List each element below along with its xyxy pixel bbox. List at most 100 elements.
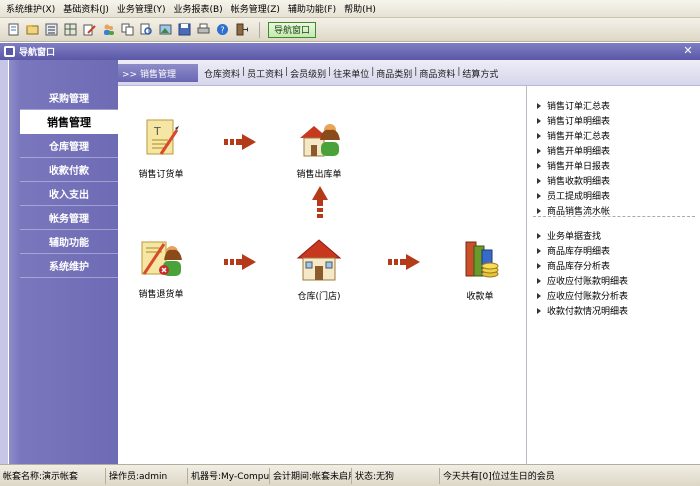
triangle-bullet-icon [537, 192, 541, 199]
sales-outbound-label: 销售出库单 [296, 170, 342, 180]
report-ar-ap-analysis[interactable]: 应收应付账款分析表 [537, 288, 628, 303]
sales-outbound-node[interactable]: 销售出库单 [284, 118, 354, 180]
menu-tools[interactable]: 辅助功能(F) [288, 2, 336, 15]
report-sales-order-detail[interactable]: 销售订单明细表 [537, 113, 610, 128]
link-separator: | [457, 67, 461, 77]
link-separator: | [414, 67, 418, 77]
sidebar-item-warehouse[interactable]: 仓库管理 [20, 134, 118, 158]
sales-order-label: 销售订货单 [138, 170, 184, 180]
sidebar-item-sales[interactable]: 销售管理 [20, 110, 118, 134]
close-icon[interactable]: ✕ [682, 45, 694, 57]
triangle-bullet-icon [537, 307, 541, 314]
sales-order-node[interactable]: T 销售订货单 [126, 118, 196, 180]
grid-icon[interactable] [63, 22, 78, 37]
link-partners[interactable]: 往来单位 [333, 67, 369, 80]
sidebar-item-system[interactable]: 系统维护 [20, 254, 118, 278]
image-icon[interactable] [158, 22, 173, 37]
triangle-bullet-icon [537, 207, 541, 214]
status-machine: 机器号:My-Computer [188, 467, 270, 484]
nav-window-button[interactable]: 导航窗口 [268, 21, 317, 38]
status-period: 会计期间:帐套未启用 [270, 467, 352, 484]
menu-reports[interactable]: 业务报表(B) [173, 2, 222, 15]
query-report-list: 业务单据查找 商品库存明细表 商品库存分析表 应收应付账款明细表 应收应付账款分… [537, 228, 628, 318]
module-title: >> 销售管理 [118, 64, 198, 82]
report-sales-billing-detail[interactable]: 销售开单明细表 [537, 143, 610, 158]
menu-bar: 系统维护(X) 基础资料(J) 业务管理(Y) 业务报表(B) 帐务管理(Z) … [0, 0, 700, 18]
sales-return-node[interactable]: 销售退货单 [126, 238, 196, 300]
report-commission-detail[interactable]: 员工提成明细表 [537, 188, 610, 203]
arrow-up-icon [312, 186, 328, 223]
triangle-bullet-icon [537, 292, 541, 299]
link-product-category[interactable]: 商品类别 [376, 67, 412, 80]
report-document-search[interactable]: 业务单据查找 [537, 228, 628, 243]
report-sales-billing-daily[interactable]: 销售开单日报表 [537, 158, 610, 173]
divider [8, 60, 9, 464]
report-sales-order-summary[interactable]: 销售订单汇总表 [537, 98, 610, 113]
report-sales-billing-summary[interactable]: 销售开单汇总表 [537, 128, 610, 143]
triangle-bullet-icon [537, 132, 541, 139]
triangle-bullet-icon [537, 262, 541, 269]
left-nav-frame: 采购管理 销售管理 仓库管理 收款付款 收入支出 帐务管理 辅助功能 系统维护 [0, 60, 118, 464]
link-employee-data[interactable]: 员工资料 [247, 67, 283, 80]
triangle-bullet-icon [537, 232, 541, 239]
triangle-bullet-icon [537, 177, 541, 184]
window-title-bar: 导航窗口 ✕ [0, 43, 700, 60]
menu-business[interactable]: 业务管理(Y) [117, 2, 166, 15]
edit-icon[interactable] [82, 22, 97, 37]
warehouse-store-label: 仓库(门店) [297, 292, 341, 302]
menu-accounts[interactable]: 帐务管理(Z) [231, 2, 280, 15]
sidebar-item-accounts[interactable]: 帐务管理 [20, 206, 118, 230]
menu-help[interactable]: 帮助(H) [344, 2, 376, 15]
report-panel: 销售订单汇总表 销售订单明细表 销售开单汇总表 销售开单明细表 销售开单日报表 … [526, 86, 700, 464]
link-separator: | [371, 67, 375, 77]
content-header: >> 销售管理 仓库资料 | 员工资料 | 会员级别 | 往来单位 | 商品类别 | 商品… [118, 60, 700, 86]
users-icon[interactable] [101, 22, 116, 37]
toolbar: ? 导航窗口 [0, 18, 700, 42]
report-payment-status[interactable]: 收款付款情况明细表 [537, 303, 628, 318]
sidebar-item-tools[interactable]: 辅助功能 [20, 230, 118, 254]
receipt-label: 收款单 [466, 292, 494, 302]
report-ar-ap-detail[interactable]: 应收应付账款明细表 [537, 273, 628, 288]
link-warehouse-data[interactable]: 仓库资料 [204, 67, 240, 80]
print-preview-icon[interactable] [139, 22, 154, 37]
list-icon[interactable] [44, 22, 59, 37]
sidebar-item-purchase[interactable]: 采购管理 [20, 86, 118, 110]
sales-return-icon [141, 241, 182, 276]
warehouse-store-node[interactable]: 仓库(门店) [284, 238, 354, 302]
link-product-data[interactable]: 商品资料 [419, 67, 455, 80]
triangle-bullet-icon [537, 247, 541, 254]
link-member-level[interactable]: 会员级别 [290, 67, 326, 80]
house-icon [296, 239, 342, 281]
link-settlement-method[interactable]: 结算方式 [462, 67, 498, 80]
status-operator: 操作员:admin [106, 467, 188, 484]
report-sales-receipt-detail[interactable]: 销售收款明细表 [537, 173, 610, 188]
triangle-bullet-icon [537, 277, 541, 284]
sales-report-list: 销售订单汇总表 销售订单明细表 销售开单汇总表 销售开单明细表 销售开单日报表 … [537, 98, 610, 218]
receipt-node[interactable]: 收款单 [450, 238, 510, 302]
report-stock-analysis[interactable]: 商品库存分析表 [537, 258, 628, 273]
svg-text:?: ? [220, 26, 224, 35]
help-icon[interactable]: ? [215, 22, 230, 37]
sales-order-icon: T [146, 119, 179, 155]
sidebar-item-receipts-payments[interactable]: 收款付款 [20, 158, 118, 182]
toolbar-separator [259, 21, 260, 38]
arrow-right-icon [224, 134, 256, 153]
sales-return-label: 销售退货单 [138, 290, 184, 300]
window-title: 导航窗口 [19, 48, 56, 58]
menu-system[interactable]: 系统维护(X) [6, 2, 55, 15]
link-separator: | [328, 67, 332, 77]
save-icon[interactable] [177, 22, 192, 37]
status-bar: 帐套名称:演示帐套 操作员:admin 机器号:My-Computer 会计期间… [0, 464, 700, 486]
copy-icon[interactable] [120, 22, 135, 37]
report-stock-detail[interactable]: 商品库存明细表 [537, 243, 628, 258]
print-icon[interactable] [196, 22, 211, 37]
exit-icon[interactable] [234, 22, 249, 37]
sidebar-item-income-expense[interactable]: 收入支出 [20, 182, 118, 206]
triangle-bullet-icon [537, 117, 541, 124]
open-icon[interactable] [25, 22, 40, 37]
money-icon [465, 241, 499, 278]
sales-outbound-icon [300, 124, 340, 157]
menu-basic-data[interactable]: 基础资料(J) [63, 2, 109, 15]
triangle-bullet-icon [537, 162, 541, 169]
new-doc-icon[interactable] [6, 22, 21, 37]
